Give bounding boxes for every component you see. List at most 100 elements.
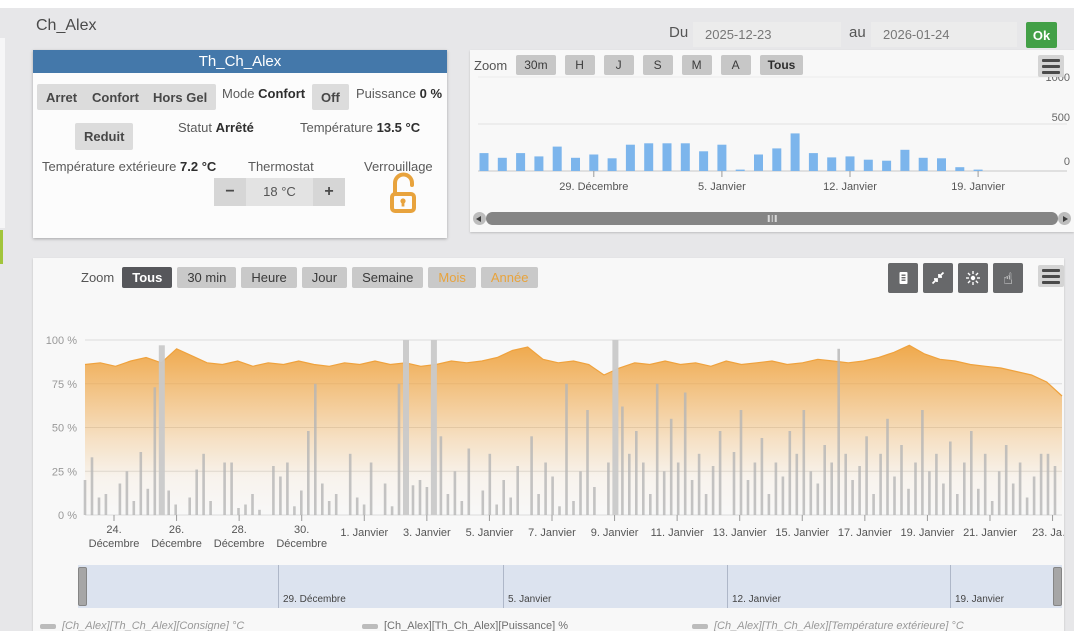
zoom-button-heure[interactable]: Heure (241, 267, 296, 288)
power-chart-panel: 1000500029. Décembre5. Janvier12. Janvie… (470, 50, 1074, 232)
svg-text:19. Janvier: 19. Janvier (901, 527, 955, 539)
power-bars (480, 133, 983, 171)
svg-text:19. Janvier: 19. Janvier (951, 181, 1005, 193)
arret-button[interactable]: Arret (37, 84, 86, 110)
bottom-zoom-controls: Zoom Tous30 minHeure JourSemaineMois Année (81, 267, 538, 288)
hors-gel-button[interactable]: Hors Gel (144, 84, 216, 110)
thermostat-title: Th_Ch_Alex (33, 50, 447, 73)
date-to-label: au (849, 24, 866, 41)
legend-swatch (40, 624, 56, 629)
top-chart-menu-icon[interactable] (1038, 55, 1064, 77)
top-zoom-label: Zoom (474, 58, 507, 73)
legend-item[interactable]: [Ch_Alex][Th_Ch_Alex][Consigne] °C (40, 620, 244, 631)
chart-navigator[interactable]: 29. Décembre5. Janvier12. Janvier19. Jan… (78, 565, 1062, 608)
statut-label: Statut (178, 120, 212, 135)
legend-item[interactable]: [Ch_Alex][Th_Ch_Alex][Puissance] % (362, 620, 568, 631)
temperature-label: Température (300, 120, 373, 135)
zoom-button-jour[interactable]: Jour (302, 267, 347, 288)
setpoint-minus-button[interactable]: − (214, 178, 246, 206)
svg-text:13. Janvier: 13. Janvier (713, 527, 767, 539)
svg-text:28.: 28. (231, 524, 246, 536)
mode-status: Mode Confort (222, 86, 305, 101)
scroll-left-icon[interactable] (473, 212, 486, 225)
setpoint-plus-button[interactable]: + (313, 178, 345, 206)
navigator-date-label: 12. Janvier (732, 594, 781, 605)
svg-text:0: 0 (1064, 156, 1070, 168)
unlock-icon[interactable] (385, 170, 421, 214)
svg-text:25 %: 25 % (52, 466, 77, 478)
legend-label: [Ch_Alex][Th_Ch_Alex][Température extéri… (714, 620, 964, 631)
legend-item[interactable]: [Ch_Alex][Th_Ch_Alex][Température extéri… (692, 620, 964, 631)
reduit-button[interactable]: Reduit (75, 123, 133, 150)
setpoint-stepper: − 18 °C + (214, 178, 345, 206)
navigator-gridline (503, 565, 504, 608)
navigator-right-handle[interactable] (1053, 567, 1062, 606)
svg-text:3. Janvier: 3. Janvier (403, 527, 451, 539)
history-chart-panel: 0 %25 %50 %75 %100 %24.Décembre26.Décemb… (33, 258, 1064, 631)
navigator-date-label: 29. Décembre (283, 594, 346, 605)
scrollbar-thumb[interactable] (486, 212, 1058, 225)
zoom-button-tous[interactable]: Tous (760, 55, 804, 75)
confort-button[interactable]: Confort (83, 84, 148, 110)
bottom-chart-menu-icon[interactable] (1038, 265, 1064, 287)
date-ok-button[interactable]: Ok (1026, 22, 1057, 48)
svg-text:9. Janvier: 9. Janvier (591, 527, 639, 539)
date-from-label: Du (669, 24, 688, 41)
date-from-input[interactable] (693, 22, 841, 47)
hand-pointer-icon[interactable]: ☝ (993, 263, 1023, 293)
date-to-input[interactable] (871, 22, 1017, 47)
temp-ext-value: 7.2 °C (180, 159, 216, 174)
green-accent-bar (0, 230, 3, 264)
svg-text:11. Janvier: 11. Janvier (651, 527, 704, 539)
puissance-value: 0 % (420, 86, 442, 101)
svg-text:21. Janvier: 21. Janvier (963, 527, 1017, 539)
zoom-button-a[interactable]: A (721, 55, 751, 75)
bottom-zoom-label: Zoom (81, 270, 114, 285)
power-bar-chart[interactable]: 1000500029. Décembre5. Janvier12. Janvie… (470, 50, 1074, 232)
dashboard-page: Ch_Alex Du au Ok Th_Ch_Alex Arret Confor… (0, 0, 1074, 631)
statut-value: Arrêté (216, 120, 254, 135)
page-title: Ch_Alex (36, 17, 96, 35)
off-button[interactable]: Off (312, 84, 349, 110)
zoom-button-année[interactable]: Année (481, 267, 539, 288)
legend-swatch (362, 624, 378, 629)
top-strip (0, 0, 1074, 8)
statut-status: Statut Arrêté (178, 120, 254, 135)
zoom-button-mois[interactable]: Mois (428, 267, 475, 288)
compress-arrows-icon[interactable] (923, 263, 953, 293)
zoom-button-tous[interactable]: Tous (122, 267, 172, 288)
top-chart-scrollbar[interactable] (473, 212, 1071, 225)
left-sliver (0, 38, 5, 228)
svg-text:17. Janvier: 17. Janvier (838, 527, 892, 539)
svg-text:12. Janvier: 12. Janvier (823, 181, 877, 193)
navigator-date-label: 5. Janvier (508, 594, 551, 605)
navigator-gridline (950, 565, 951, 608)
zoom-button-s[interactable]: S (643, 55, 673, 75)
svg-text:500: 500 (1052, 112, 1070, 124)
svg-text:0 %: 0 % (58, 510, 77, 522)
zoom-button-h[interactable]: H (565, 55, 595, 75)
navigator-left-handle[interactable] (78, 567, 87, 606)
puissance-label: Puissance (356, 86, 416, 101)
zoom-button-30m[interactable]: 30m (516, 55, 555, 75)
navigator-gridline (278, 565, 279, 608)
svg-text:Décembre: Décembre (276, 538, 327, 550)
sun-icon[interactable] (958, 263, 988, 293)
svg-text:Décembre: Décembre (214, 538, 265, 550)
zoom-button-semaine[interactable]: Semaine (352, 267, 423, 288)
temperature-status: Température 13.5 °C (300, 120, 420, 135)
zoom-button-j[interactable]: J (604, 55, 634, 75)
zoom-button-m[interactable]: M (682, 55, 712, 75)
svg-text:5. Janvier: 5. Janvier (698, 181, 746, 193)
svg-text:24.: 24. (106, 524, 121, 536)
scroll-right-icon[interactable] (1058, 212, 1071, 225)
setpoint-value: 18 °C (246, 178, 313, 206)
zoom-button-30-min[interactable]: 30 min (177, 267, 236, 288)
svg-text:23. Ja…: 23. Ja… (1032, 527, 1064, 539)
svg-text:75 %: 75 % (52, 379, 77, 391)
mode-value: Confort (258, 86, 305, 101)
svg-text:15. Janvier: 15. Janvier (775, 527, 829, 539)
svg-text:29. Décembre: 29. Décembre (559, 181, 628, 193)
notes-icon[interactable] (888, 263, 918, 293)
thermostat-label: Thermostat (248, 159, 314, 174)
